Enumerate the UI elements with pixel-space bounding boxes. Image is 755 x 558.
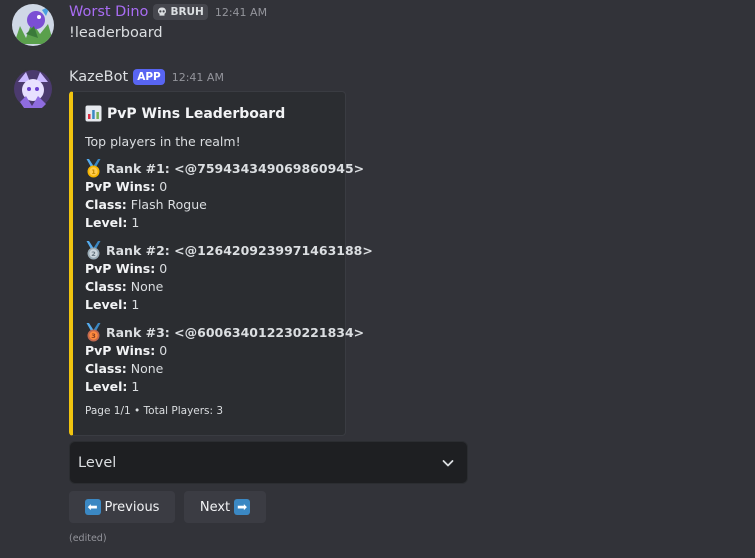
chevron-down-icon bbox=[442, 459, 454, 466]
entry-rank: Rank #3: <@600634012230221834> bbox=[106, 324, 365, 340]
edited-label: (edited) bbox=[69, 533, 107, 544]
timestamp: 12:41 AM bbox=[214, 5, 268, 19]
svg-text:1: 1 bbox=[91, 168, 96, 176]
embed-description: Top players in the realm! bbox=[85, 134, 241, 149]
server-tag[interactable]: BRUH bbox=[153, 4, 208, 20]
timestamp: 12:41 AM bbox=[171, 70, 224, 84]
entry-rank: Rank #2: <@1264209239971463188> bbox=[106, 242, 373, 258]
avatar[interactable] bbox=[12, 4, 54, 46]
entry-heading: 2 Rank #2: <@1264209239971463188> bbox=[85, 240, 373, 260]
previous-button-label: Previous bbox=[104, 499, 160, 515]
class-field: Class: None bbox=[85, 279, 164, 294]
pvp-wins-field: PvP Wins: 0 bbox=[85, 343, 168, 358]
leaderboard-entry: 1 Rank #1: <@759434349069860945> PvP Win… bbox=[85, 158, 364, 232]
skull-icon bbox=[158, 7, 167, 16]
embed-footer: Page 1/1 • Total Players: 3 bbox=[85, 405, 224, 417]
bar-chart-icon bbox=[85, 105, 102, 122]
entry-rank: Rank #1: <@759434349069860945> bbox=[106, 160, 365, 176]
bronze-medal-icon: 3 bbox=[86, 322, 101, 341]
message-header: KazeBot APP 12:41 AM bbox=[69, 69, 224, 85]
embed-title-text: PvP Wins Leaderboard bbox=[107, 105, 286, 122]
select-value: Level bbox=[78, 454, 117, 471]
username[interactable]: KazeBot bbox=[69, 69, 128, 85]
leaderboard-embed: PvP Wins Leaderboard Top players in the … bbox=[69, 91, 373, 436]
svg-text:2: 2 bbox=[91, 250, 96, 258]
app-badge: APP bbox=[133, 69, 165, 85]
level-field: Level: 1 bbox=[85, 379, 140, 394]
sort-select[interactable]: Level bbox=[69, 441, 468, 484]
left-arrow-icon: ⬅ bbox=[84, 499, 101, 515]
previous-button[interactable]: ⬅ Previous bbox=[69, 491, 175, 523]
tag-label: BRUH bbox=[170, 6, 204, 18]
entry-heading: 1 Rank #1: <@759434349069860945> bbox=[85, 158, 364, 178]
next-button[interactable]: Next ➡ bbox=[184, 491, 266, 523]
embed-title: PvP Wins Leaderboard bbox=[85, 105, 285, 122]
svg-text:3: 3 bbox=[91, 332, 96, 340]
gold-medal-icon: 1 bbox=[86, 158, 101, 177]
right-arrow-icon: ➡ bbox=[234, 499, 251, 515]
next-button-label: Next bbox=[199, 499, 231, 515]
entry-heading: 3 Rank #3: <@600634012230221834> bbox=[85, 322, 364, 342]
message-header: Worst Dino BRUH 12:41 AM bbox=[69, 4, 267, 20]
leaderboard-entry: 2 Rank #2: <@1264209239971463188> PvP Wi… bbox=[85, 240, 373, 314]
class-field: Class: None bbox=[85, 361, 164, 376]
avatar[interactable] bbox=[12, 68, 54, 110]
message-content: !leaderboard bbox=[69, 25, 163, 41]
pvp-wins-field: PvP Wins: 0 bbox=[85, 179, 168, 194]
level-field: Level: 1 bbox=[85, 215, 140, 230]
pvp-wins-field: PvP Wins: 0 bbox=[85, 261, 168, 276]
leaderboard-entry: 3 Rank #3: <@600634012230221834> PvP Win… bbox=[85, 322, 364, 396]
username[interactable]: Worst Dino bbox=[69, 4, 148, 20]
silver-medal-icon: 2 bbox=[86, 240, 101, 259]
level-field: Level: 1 bbox=[85, 297, 140, 312]
class-field: Class: Flash Rogue bbox=[85, 197, 207, 212]
